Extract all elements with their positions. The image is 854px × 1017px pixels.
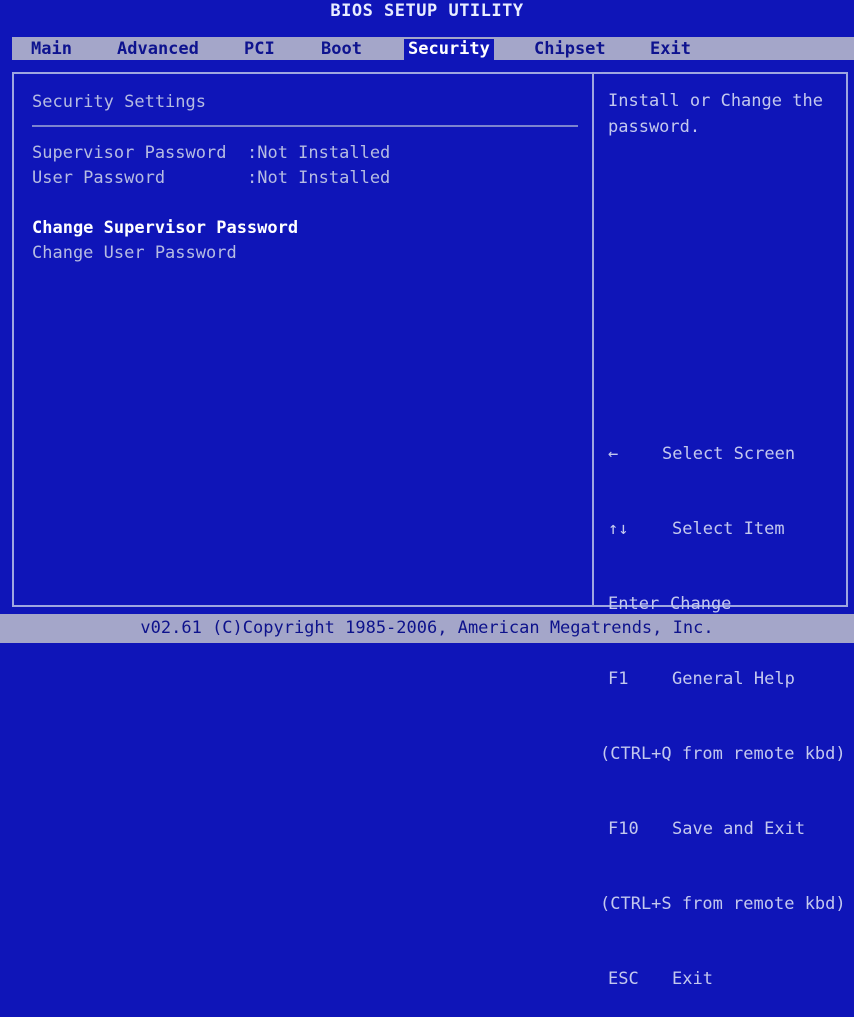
tab-main[interactable]: Main: [31, 39, 72, 60]
tab-exit[interactable]: Exit: [650, 39, 691, 60]
tab-advanced[interactable]: Advanced: [117, 39, 199, 60]
user-password-status: :Not Installed: [247, 168, 391, 188]
up-down-arrow-icon: ↑↓: [608, 519, 629, 539]
panel-divider: [592, 72, 594, 607]
help-text: Install or Change the password.: [608, 91, 823, 137]
key-select-screen: ← Select Screen: [608, 442, 846, 467]
key-ctrl-s-note: (CTRL+S from remote kbd): [600, 894, 846, 914]
key-f1-help: F1 General Help: [608, 669, 795, 689]
tab-security[interactable]: Security: [404, 39, 494, 60]
window-title: BIOS SETUP UTILITY: [0, 0, 854, 22]
key-f10-save: F10 Save and Exit: [608, 819, 806, 839]
tab-pci[interactable]: PCI: [244, 39, 275, 60]
key-esc-exit: ESC Exit: [608, 969, 713, 989]
supervisor-password-label: Supervisor Password: [32, 143, 227, 163]
change-supervisor-password-item[interactable]: Change Supervisor Password: [32, 217, 298, 239]
key-ctrl-q-note: (CTRL+Q from remote kbd): [600, 744, 846, 764]
copyright-footer: v02.61 (C)Copyright 1985-2006, American …: [0, 614, 854, 643]
change-user-password-item[interactable]: Change User Password: [32, 242, 237, 264]
tab-chipset[interactable]: Chipset: [534, 39, 606, 60]
left-arrow-icon: ←: [608, 444, 619, 464]
supervisor-password-status: :Not Installed: [247, 143, 391, 163]
menu-bar: Main Advanced PCI Boot Security Chipset …: [0, 22, 854, 60]
heading-rule: [32, 125, 578, 127]
tab-boot[interactable]: Boot: [321, 39, 362, 60]
section-heading: Security Settings: [32, 92, 206, 112]
key-select-item: ↑↓ Select Item: [608, 517, 846, 542]
user-password-label: User Password: [32, 168, 166, 188]
key-legend: ← Select Screen ↑↓ Select Item Enter Change…: [600, 392, 846, 1017]
